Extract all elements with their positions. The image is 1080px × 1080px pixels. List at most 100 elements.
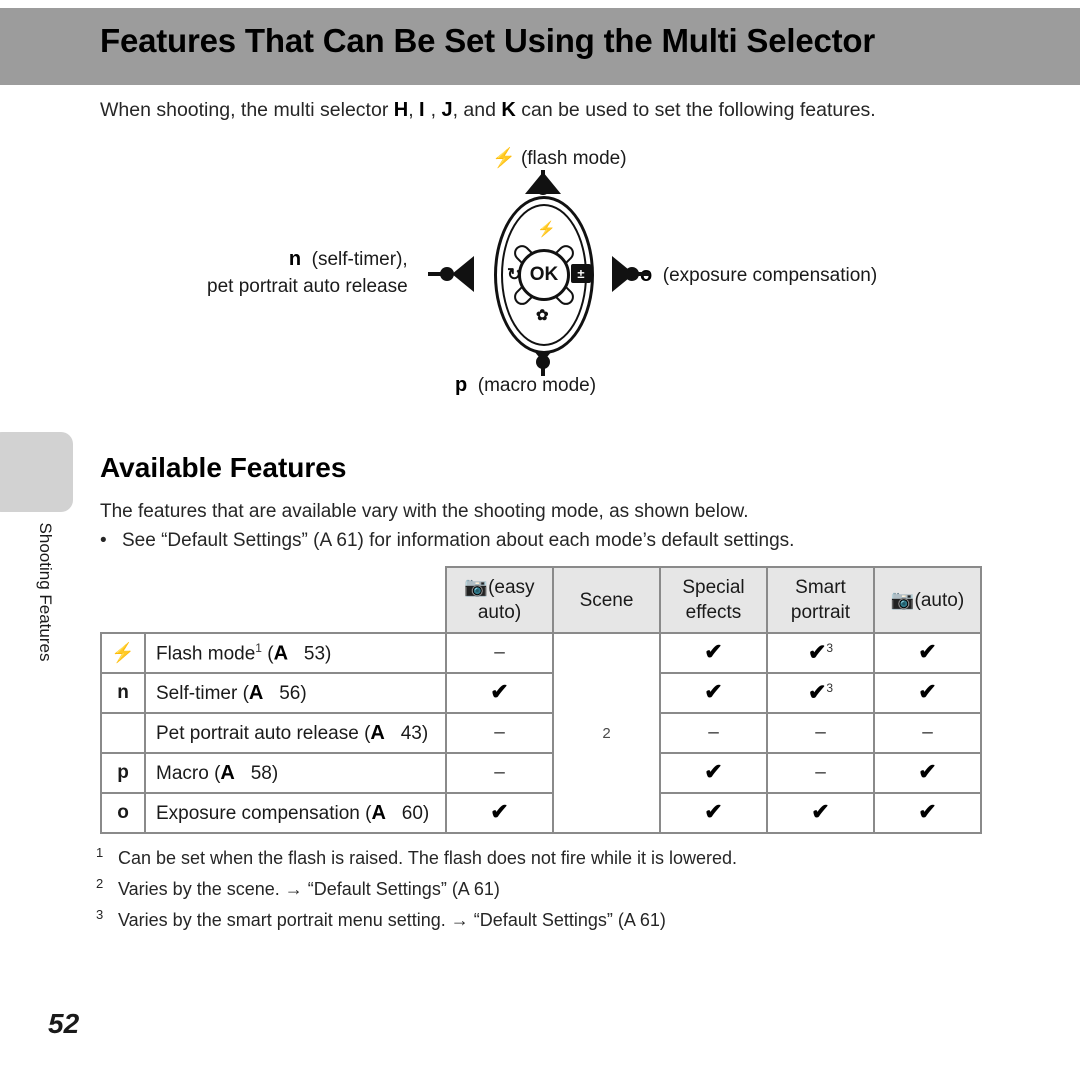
row-icon-flash-mode: ⚡	[100, 632, 146, 674]
row-label-exposure-compensation: Exposure compensation	[156, 802, 360, 824]
mark-macro-smart-portrait: –	[815, 762, 826, 783]
dial-flash-icon[interactable]: ⚡	[537, 222, 556, 237]
mark-macro-auto: ✔	[918, 759, 937, 784]
row-label-pet-portrait: Pet portrait auto release	[156, 722, 359, 744]
self-timer-symbol: n	[288, 248, 302, 270]
table-header-row: 📷(easy auto) Scene Special effects Smart…	[101, 566, 982, 634]
diagram-label-self-timer: n (self-timer), pet portrait auto releas…	[207, 246, 408, 300]
section-bullet-text: See “Default Settings” (A 61) for inform…	[122, 530, 795, 551]
diagram-label-exposure-compensation: o (exposure compensation)	[640, 264, 877, 287]
diagram-label-flash-mode-text: (flash mode)	[520, 148, 627, 169]
mark-flash-auto: ✔	[918, 639, 937, 664]
section-bullet-item: • See “Default Settings” (A 61) for infor…	[100, 530, 794, 552]
header-spacer-name	[145, 567, 446, 633]
header-spacer-icon	[101, 567, 145, 633]
diagram-label-macro-mode-text: (macro mode)	[477, 375, 597, 396]
mark-self-timer-auto: ✔	[918, 679, 937, 704]
footnotes: 1 Can be set when the flash is raised. Th…	[96, 840, 737, 933]
scene-footnote-mark: 2	[602, 724, 611, 742]
header-scene-label: Scene	[579, 589, 634, 611]
multi-selector-up-symbol: H	[393, 99, 409, 121]
diagram-label-self-timer-line2: pet portrait auto release	[207, 276, 408, 297]
multi-selector-down-symbol: I	[419, 99, 425, 121]
cell-self-timer-easy-auto: ✔	[445, 672, 554, 714]
cell-exposure-auto: ✔	[873, 792, 982, 834]
diagram-label-flash-mode: ⚡ (flash mode)	[492, 146, 627, 170]
footnote-1: 1 Can be set when the flash is raised. Th…	[96, 840, 737, 871]
mark-pet-easy-auto: –	[494, 722, 505, 743]
mark-exposure-special-effects: ✔	[704, 799, 723, 824]
header-easy-auto-line1: (easy	[488, 577, 535, 598]
exposure-compensation-text: (exposure compensation)	[662, 265, 878, 286]
ref-page-macro: 58	[250, 762, 272, 784]
cell-scene-merged: 2	[552, 632, 661, 834]
intro-text-after: can be used to set the following feature…	[521, 99, 876, 121]
mark-flash-smart-portrait: ✔	[807, 639, 827, 665]
row-icon-exposure-compensation: o	[100, 792, 146, 834]
header-smart-portrait: Smart portrait	[766, 566, 875, 634]
dial-exposure-compensation-icon[interactable]: ±	[571, 264, 591, 283]
header-smart-portrait-line1: Smart	[795, 577, 846, 598]
intro-sep-3: , and	[452, 99, 496, 121]
ok-button[interactable]: OK	[518, 249, 570, 301]
mark-exposure-auto: ✔	[918, 799, 937, 824]
row-icon-pet-portrait	[100, 712, 146, 754]
row-name-flash-mode: Flash mode1 (A 53)	[144, 632, 447, 674]
macro-symbol: p	[455, 374, 468, 396]
intro-text-before: When shooting, the multi selector	[100, 99, 389, 121]
header-special-effects-line1: Special	[682, 577, 745, 598]
cell-macro-smart-portrait: –	[766, 752, 875, 794]
cell-macro-easy-auto: –	[445, 752, 554, 794]
row-name-self-timer: Self-timer (A 56)	[144, 672, 447, 714]
multi-selector-dial[interactable]: ⚡ ↻ ✿ ± OK	[470, 196, 618, 354]
mark-self-timer-smart-portrait: ✔	[807, 679, 827, 705]
cell-exposure-easy-auto: ✔	[445, 792, 554, 834]
footnote-3-number: 3	[96, 907, 104, 922]
diagram-label-self-timer-line1: n (self-timer),	[207, 246, 408, 273]
cell-pet-portrait-easy-auto: –	[445, 712, 554, 754]
intro-sep-1: ,	[408, 99, 414, 121]
ref-symbol-self-timer: A	[248, 681, 264, 704]
header-scene: Scene	[552, 566, 661, 634]
ref-symbol-flash-mode: A	[273, 642, 289, 665]
cell-macro-auto: ✔	[873, 752, 982, 794]
table-row: n Self-timer (A 56) ✔ ✔ ✔3 ✔	[100, 672, 982, 714]
ref-symbol-macro: A	[220, 761, 235, 784]
cell-flash-mode-auto: ✔	[873, 632, 982, 674]
row-name-macro: Macro (A 58)	[144, 752, 447, 794]
cell-exposure-smart-portrait: ✔	[766, 792, 875, 834]
section-title: Available Features	[100, 452, 347, 483]
page-title: Features That Can Be Set Using the Multi…	[100, 22, 876, 59]
dial-macro-icon[interactable]: ✿	[536, 308, 549, 323]
mark-self-timer-special-effects: ✔	[704, 679, 723, 704]
sidebar-chapter-label: Shooting Features	[36, 522, 55, 662]
row-label-flash-mode: Flash mode	[156, 643, 256, 665]
mark-pet-auto: –	[922, 722, 933, 743]
header-special-effects: Special effects	[659, 566, 768, 634]
footnote-2-text: Varies by the scene. → “Default Settings…	[118, 879, 500, 899]
flash-icon: ⚡	[492, 148, 516, 169]
mark-self-timer-easy-auto: ✔	[490, 679, 509, 704]
mark-pet-special-effects: –	[708, 722, 719, 743]
multi-selector-left-symbol: J	[441, 99, 453, 121]
page-number: 52	[48, 1008, 80, 1039]
bullet-icon: •	[100, 530, 107, 551]
row-label-macro: Macro	[156, 762, 209, 784]
mark-flash-easy-auto: –	[494, 642, 505, 663]
intro-sep-2: ,	[430, 99, 437, 121]
table-row: p Macro (A 58) – ✔ – ✔	[100, 752, 982, 794]
sidebar-chapter-tab	[0, 432, 73, 512]
cell-pet-portrait-smart-portrait: –	[766, 712, 875, 754]
row-name-pet-portrait: Pet portrait auto release (A 43)	[144, 712, 447, 754]
row-name-exposure-compensation: Exposure compensation (A 60)	[144, 792, 447, 834]
footnote-3-text: Varies by the smart portrait menu settin…	[118, 910, 666, 930]
ref-page-self-timer: 56	[279, 682, 301, 704]
cell-flash-mode-smart-portrait: ✔3	[766, 632, 875, 674]
header-easy-auto: 📷(easy auto)	[445, 566, 554, 634]
row-icon-macro: p	[100, 752, 146, 794]
section-intro-text: The features that are available vary wit…	[100, 501, 749, 522]
footnote-1-text: Can be set when the flash is raised. The…	[118, 848, 737, 868]
ref-page-exposure-compensation: 60	[401, 802, 423, 824]
header-auto: 📷(auto)	[873, 566, 982, 634]
cell-self-timer-special-effects: ✔	[659, 672, 768, 714]
